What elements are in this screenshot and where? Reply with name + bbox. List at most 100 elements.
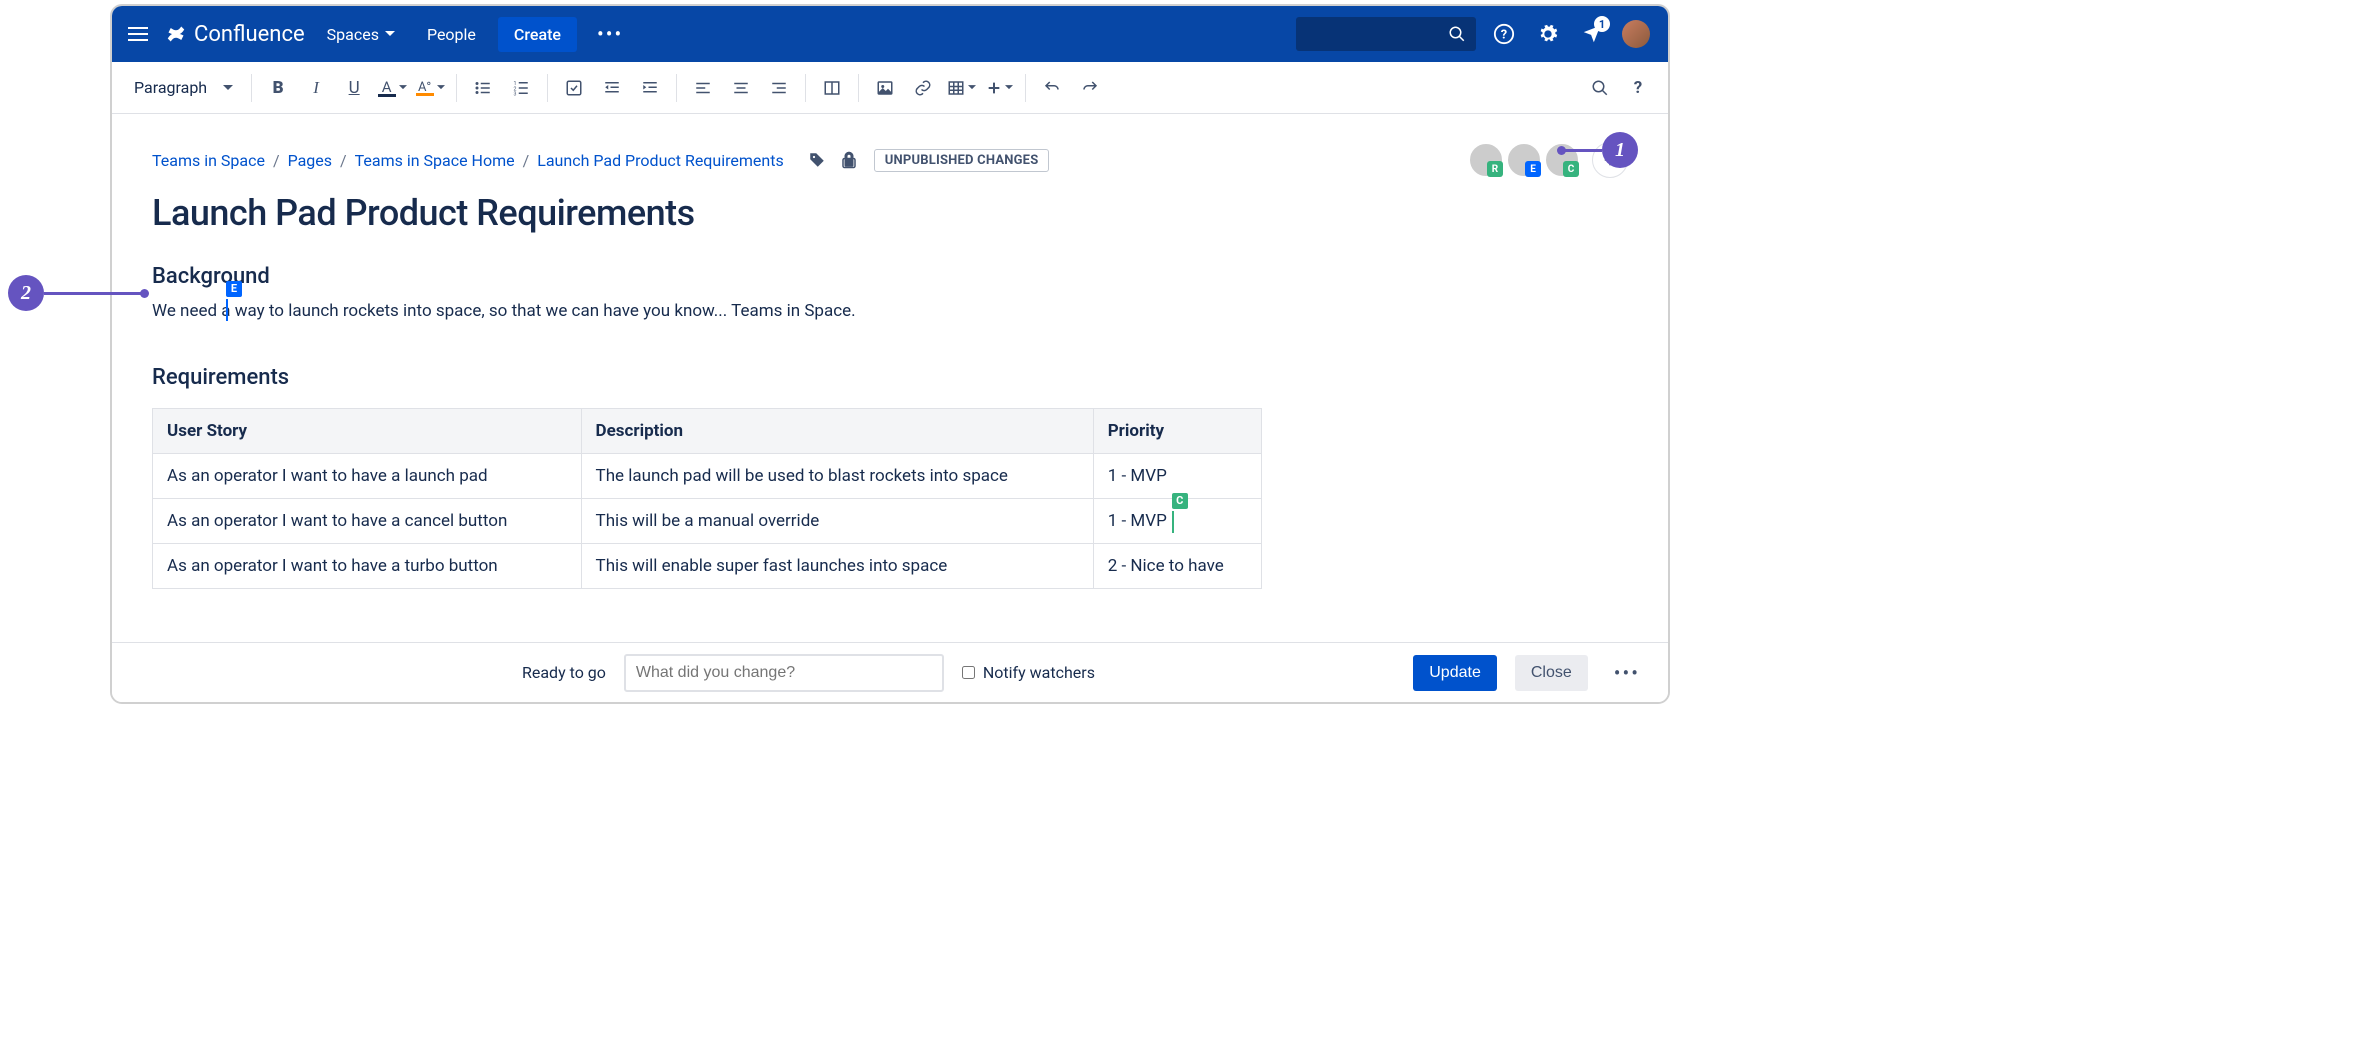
undo-button[interactable] xyxy=(1034,70,1070,106)
table-cell[interactable]: As an operator I want to have a turbo bu… xyxy=(153,543,582,588)
highlight-button[interactable]: A° xyxy=(412,70,448,106)
breadcrumb-link[interactable]: Teams in Space Home xyxy=(355,151,515,170)
search-icon xyxy=(1448,25,1466,43)
align-center-button[interactable] xyxy=(723,70,759,106)
confluence-logo[interactable]: Confluence xyxy=(164,22,305,47)
notify-watchers-label[interactable]: Notify watchers xyxy=(962,663,1095,682)
table-row[interactable]: As an operator I want to have a cancel b… xyxy=(153,498,1262,543)
remote-cursor-flag: C xyxy=(1172,493,1188,509)
profile-avatar[interactable] xyxy=(1620,18,1652,50)
table-header[interactable]: User Story xyxy=(153,408,582,453)
number-list-button[interactable]: 123 xyxy=(503,70,539,106)
nav-spaces-label: Spaces xyxy=(327,25,379,44)
notification-badge: 1 xyxy=(1594,16,1610,32)
outdent-button[interactable] xyxy=(594,70,630,106)
table-header-row: User Story Description Priority xyxy=(153,408,1262,453)
unpublished-changes-badge: UNPUBLISHED CHANGES xyxy=(874,149,1050,172)
remote-cursor-c: C xyxy=(1172,511,1174,533)
settings-icon[interactable] xyxy=(1532,18,1564,50)
chevron-down-icon xyxy=(1005,85,1013,90)
section-heading-background[interactable]: Background xyxy=(152,264,1628,289)
text-color-button[interactable]: A xyxy=(374,70,410,106)
breadcrumb-link[interactable]: Teams in Space xyxy=(152,151,265,170)
remote-cursor-flag: E xyxy=(226,281,242,297)
app-switcher-icon[interactable] xyxy=(128,22,152,46)
confluence-logo-icon xyxy=(164,22,188,46)
notify-watchers-text: Notify watchers xyxy=(983,663,1095,682)
layout-button[interactable] xyxy=(814,70,850,106)
table-header[interactable]: Description xyxy=(581,408,1093,453)
insert-more-button[interactable] xyxy=(981,70,1017,106)
table-row[interactable]: As an operator I want to have a launch p… xyxy=(153,453,1262,498)
table-cell[interactable]: 2 - Nice to have xyxy=(1093,543,1261,588)
bold-button[interactable]: B xyxy=(260,70,296,106)
find-button[interactable] xyxy=(1582,70,1618,106)
background-paragraph[interactable]: We need a way to launch rockets into spa… xyxy=(152,299,1628,325)
breadcrumb-sep: / xyxy=(523,151,530,170)
table-header[interactable]: Priority xyxy=(1093,408,1261,453)
table-cell[interactable]: The launch pad will be used to blast roc… xyxy=(581,453,1093,498)
annotation-1-line xyxy=(1562,149,1602,152)
table-cell[interactable]: 1 - MVP C xyxy=(1093,498,1261,543)
label-icon[interactable] xyxy=(808,151,826,169)
collaborator-initial: C xyxy=(1563,161,1579,177)
italic-button[interactable]: I xyxy=(298,70,334,106)
table-cell[interactable]: This will be a manual override xyxy=(581,498,1093,543)
breadcrumb-row: Teams in Space / Pages / Teams in Space … xyxy=(152,142,1628,178)
bullet-list-button[interactable] xyxy=(465,70,501,106)
align-right-button[interactable] xyxy=(761,70,797,106)
section-heading-requirements[interactable]: Requirements xyxy=(152,365,1628,390)
table-cell[interactable]: As an operator I want to have a launch p… xyxy=(153,453,582,498)
notify-watchers-checkbox[interactable] xyxy=(962,666,975,679)
chevron-down-icon xyxy=(968,85,976,90)
notifications-icon[interactable]: 1 xyxy=(1576,18,1608,50)
breadcrumb-sep: / xyxy=(273,151,280,170)
breadcrumb-link[interactable]: Pages xyxy=(288,151,332,170)
requirements-table[interactable]: User Story Description Priority As an op… xyxy=(152,408,1262,589)
redo-button[interactable] xyxy=(1072,70,1108,106)
search-box[interactable] xyxy=(1296,17,1476,51)
nav-spaces[interactable]: Spaces xyxy=(317,17,405,52)
image-button[interactable] xyxy=(867,70,903,106)
nav-people[interactable]: People xyxy=(417,17,486,52)
paragraph-style-select[interactable]: Paragraph xyxy=(124,72,243,103)
remote-cursor-e: E xyxy=(226,299,228,321)
table-button[interactable] xyxy=(943,70,979,106)
indent-button[interactable] xyxy=(632,70,668,106)
update-button[interactable]: Update xyxy=(1413,655,1497,691)
version-comment-input[interactable] xyxy=(624,654,944,692)
background-text: We need a way to launch rockets into spa… xyxy=(152,301,856,321)
breadcrumbs: Teams in Space / Pages / Teams in Space … xyxy=(152,151,784,170)
collaborator-avatar[interactable]: E xyxy=(1506,142,1542,178)
draft-status-label: Ready to go xyxy=(522,663,606,682)
editor-content[interactable]: Teams in Space / Pages / Teams in Space … xyxy=(112,114,1668,642)
chevron-down-icon xyxy=(399,85,407,90)
collaborator-avatar[interactable]: R xyxy=(1468,142,1504,178)
breadcrumb-link[interactable]: Launch Pad Product Requirements xyxy=(537,151,784,170)
editor-footer: Ready to go Notify watchers Update Close… xyxy=(112,642,1668,702)
global-nav: Confluence Spaces People Create ••• ? 1 xyxy=(112,6,1668,62)
chevron-down-icon xyxy=(437,85,445,90)
underline-button[interactable]: U xyxy=(336,70,372,106)
help-button[interactable]: ? xyxy=(1620,70,1656,106)
link-button[interactable] xyxy=(905,70,941,106)
help-icon[interactable]: ? xyxy=(1488,18,1520,50)
editor-toolbar: Paragraph B I U A A° 123 ? xyxy=(112,62,1668,114)
product-name: Confluence xyxy=(194,22,305,47)
close-button[interactable]: Close xyxy=(1515,655,1588,691)
more-actions-icon[interactable]: ••• xyxy=(1606,655,1648,691)
create-button[interactable]: Create xyxy=(498,17,577,52)
annotation-1: 1 xyxy=(1602,132,1638,168)
restrictions-icon[interactable] xyxy=(840,151,858,169)
annotation-2: 2 xyxy=(8,275,44,311)
chevron-down-icon xyxy=(223,85,233,91)
breadcrumb-sep: / xyxy=(340,151,347,170)
page-title[interactable]: Launch Pad Product Requirements xyxy=(152,192,1628,234)
task-list-button[interactable] xyxy=(556,70,592,106)
align-left-button[interactable] xyxy=(685,70,721,106)
nav-more-icon[interactable]: ••• xyxy=(589,16,631,52)
table-cell[interactable]: As an operator I want to have a cancel b… xyxy=(153,498,582,543)
table-cell[interactable]: 1 - MVP xyxy=(1093,453,1261,498)
table-cell[interactable]: This will enable super fast launches int… xyxy=(581,543,1093,588)
table-row[interactable]: As an operator I want to have a turbo bu… xyxy=(153,543,1262,588)
